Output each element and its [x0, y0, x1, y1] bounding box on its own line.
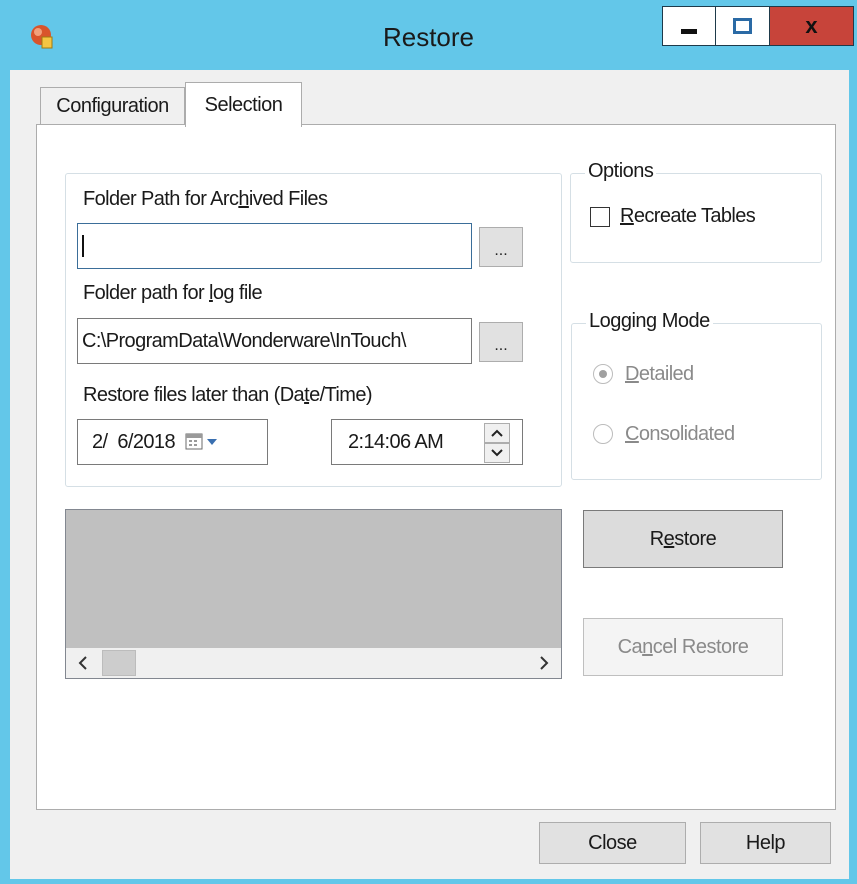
log-file-path-input[interactable]: C:\ProgramData\Wonderware\InTouch\: [77, 318, 472, 364]
time-spin-down-button[interactable]: [484, 443, 510, 463]
text-caret: [82, 235, 84, 257]
paths-group: Folder Path for Archived Files ... Folde…: [65, 173, 562, 487]
time-spin-up-button[interactable]: [484, 423, 510, 443]
minimize-icon: [681, 28, 697, 34]
maximize-button[interactable]: [716, 6, 770, 46]
consolidated-label[interactable]: Consolidated: [625, 423, 735, 446]
close-window-button[interactable]: x: [770, 6, 854, 46]
restore-after-label: Restore files later than (Date/Time): [83, 384, 373, 406]
scroll-left-button[interactable]: [68, 648, 98, 678]
date-picker[interactable]: 2/ 6/2018: [77, 419, 268, 465]
consolidated-radio[interactable]: [593, 424, 613, 444]
cancel-restore-button[interactable]: Ca n cel Restore: [583, 618, 783, 676]
log-file-label: Folder path for log file: [83, 282, 263, 304]
options-legend: Options: [585, 160, 657, 183]
restore-progress-list[interactable]: [65, 509, 562, 679]
scroll-thumb[interactable]: [102, 650, 136, 676]
browse-log-button[interactable]: ...: [479, 322, 523, 362]
chevron-left-icon: [78, 656, 87, 670]
detailed-label[interactable]: Detailed: [625, 363, 694, 386]
tab-configuration[interactable]: Configuration: [40, 87, 185, 125]
maximize-icon: [733, 18, 752, 34]
logging-mode-group: Logging Mode Detailed Consolidated: [571, 310, 822, 480]
recreate-tables-label[interactable]: Recreate Tables: [620, 205, 756, 228]
selection-tab-panel: Folder Path for Archived Files ... Folde…: [36, 124, 836, 810]
help-button[interactable]: Help: [700, 822, 831, 864]
options-group: Options Recreate Tables: [570, 160, 822, 263]
date-value: 2/ 6/2018: [92, 430, 176, 453]
close-button[interactable]: Close: [539, 822, 686, 864]
chevron-right-icon: [540, 656, 549, 670]
calendar-dropdown-icon[interactable]: [185, 431, 225, 453]
restore-button[interactable]: Re store: [583, 510, 783, 568]
browse-archived-button[interactable]: ...: [479, 227, 523, 267]
horizontal-scrollbar[interactable]: [66, 648, 561, 678]
radio-selected-dot: [599, 370, 607, 378]
detailed-radio[interactable]: [593, 364, 613, 384]
chevron-down-icon: [491, 449, 503, 457]
title-bar[interactable]: Restore x: [0, 0, 857, 70]
dialog-client-area: Configuration Selection Folder Path for …: [10, 70, 849, 879]
scroll-right-button[interactable]: [529, 648, 559, 678]
archived-files-path-input[interactable]: [77, 223, 472, 269]
recreate-tables-checkbox[interactable]: [590, 207, 610, 227]
restore-window: Restore x Configuration Selection Folder…: [0, 0, 857, 884]
archived-files-label: Folder Path for Archived Files: [83, 188, 328, 210]
tab-selection[interactable]: Selection: [185, 82, 302, 127]
chevron-up-icon: [491, 429, 503, 437]
close-icon: x: [805, 13, 818, 38]
minimize-button[interactable]: [662, 6, 716, 46]
time-value: 2:14:06 AM: [348, 430, 444, 453]
logging-mode-legend: Logging Mode: [586, 310, 713, 333]
